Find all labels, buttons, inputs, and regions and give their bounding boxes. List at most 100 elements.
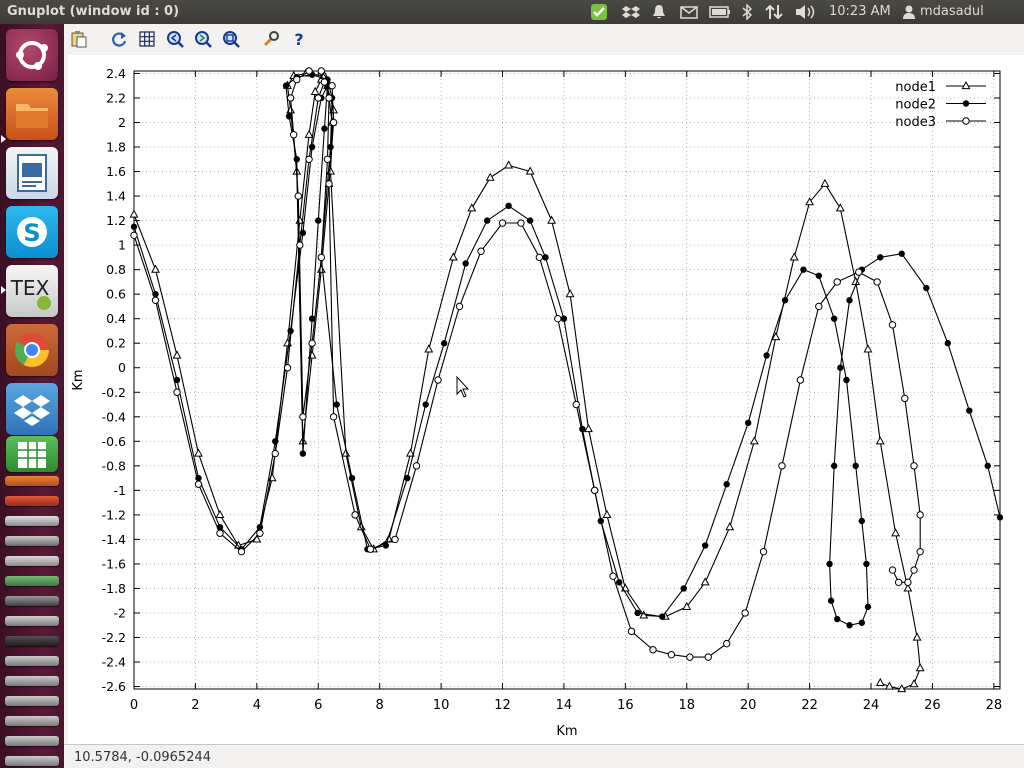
dropbox-tray-icon[interactable] — [620, 0, 642, 24]
texmaker-icon[interactable]: TEX — [6, 265, 58, 317]
clock[interactable]: 10:23 AM — [829, 4, 891, 19]
stacked-launcher-icon[interactable] — [5, 616, 59, 626]
data-point-node3 — [237, 547, 246, 556]
stacked-launcher-icon[interactable] — [5, 556, 59, 566]
data-point-node2 — [658, 613, 666, 620]
x-tick-label: 28 — [986, 698, 1003, 713]
unzoom-button[interactable] — [220, 28, 242, 50]
data-point-node3 — [916, 547, 924, 556]
bluetooth-icon[interactable] — [738, 0, 756, 24]
data-point-node2 — [843, 376, 850, 384]
data-point-node1 — [602, 509, 612, 518]
notification-bell-icon[interactable] — [648, 0, 670, 24]
y-tick-label: -2 — [114, 605, 126, 620]
data-point-node2 — [827, 597, 835, 604]
y-tick-label: 0.4 — [106, 311, 126, 326]
y-tick-label: -2.2 — [102, 630, 126, 645]
data-point-node1 — [194, 448, 203, 457]
data-point-node2 — [315, 217, 322, 224]
mail-icon[interactable] — [678, 0, 700, 24]
update-indicator-icon[interactable] — [588, 0, 610, 24]
data-point-node1 — [875, 436, 885, 445]
stacked-launcher-icon[interactable] — [5, 696, 59, 706]
legend-marker-node3 — [962, 117, 970, 125]
y-tick-label: 0.2 — [106, 336, 126, 351]
data-point-node2 — [256, 523, 264, 531]
user-icon[interactable] — [901, 0, 917, 24]
files-icon[interactable] — [6, 88, 58, 140]
x-tick-label: 6 — [314, 698, 322, 713]
help-icon: ? — [294, 30, 303, 48]
zoom-next-button[interactable] — [192, 28, 214, 50]
data-point-node2 — [830, 315, 838, 322]
stacked-launcher-icon[interactable] — [5, 536, 59, 546]
x-tick-label: 2 — [191, 698, 199, 713]
dropbox-icon[interactable] — [6, 383, 58, 435]
data-point-node3 — [535, 253, 544, 262]
battery-icon[interactable] — [708, 0, 732, 24]
data-point-node3 — [305, 155, 313, 163]
stacked-launcher-icon[interactable] — [5, 496, 59, 506]
stacked-launcher-icon[interactable] — [5, 636, 59, 646]
chromium-icon[interactable] — [6, 324, 58, 376]
data-point-node3 — [815, 302, 823, 311]
libreoffice-calc-icon[interactable] — [6, 436, 58, 472]
y-tick-label: -0.6 — [102, 434, 126, 449]
data-point-node2 — [966, 407, 973, 414]
stacked-launcher-icon[interactable] — [5, 656, 59, 666]
data-point-node3 — [130, 231, 138, 240]
skype-icon[interactable]: S — [6, 206, 58, 258]
data-point-node2 — [285, 113, 293, 120]
data-point-node2 — [130, 223, 138, 230]
plot-area[interactable]: 0 2 4 6 8 10 12 14 16 18 20 22 24 26 28 2.4 2.2 2 1.8 1.6 1.… — [68, 55, 1024, 744]
data-point-node2 — [863, 560, 870, 568]
data-point-node2 — [830, 462, 838, 470]
libreoffice-impress-icon[interactable] — [6, 147, 58, 199]
clipboard-icon — [71, 31, 87, 48]
volume-icon[interactable] — [794, 0, 818, 24]
data-point-node2 — [846, 297, 853, 304]
stacked-launcher-icon[interactable] — [5, 736, 59, 746]
preferences-button[interactable] — [260, 28, 282, 50]
mouse-cursor-icon — [456, 375, 470, 398]
ubuntu-dash-icon[interactable] — [6, 29, 58, 81]
replot-button[interactable] — [108, 28, 130, 50]
data-point-node2 — [321, 125, 328, 132]
stacked-launcher-icon[interactable] — [5, 756, 59, 766]
data-point-node1 — [820, 178, 830, 187]
stacked-launcher-icon[interactable] — [5, 576, 59, 586]
zoom-previous-button[interactable] — [164, 28, 186, 50]
copy-to-clipboard-button[interactable] — [68, 28, 90, 50]
gnuplot-chart[interactable]: 0 2 4 6 8 10 12 14 16 18 20 22 24 26 282.42.221.81.61.… — [68, 55, 1024, 744]
running-indicator-icon — [1, 286, 6, 294]
data-point-node2 — [858, 619, 866, 626]
data-point-node3 — [293, 75, 301, 84]
stacked-launcher-icon[interactable] — [5, 476, 59, 486]
y-tick-label: 1.2 — [106, 213, 126, 228]
stacked-launcher-icon[interactable] — [5, 516, 59, 526]
user-name[interactable]: mdasadul — [920, 4, 984, 19]
legend-label-node2: node2 — [895, 98, 936, 113]
refresh-icon — [112, 32, 127, 47]
data-point-node2 — [834, 615, 841, 623]
y-tick-label: -1.4 — [102, 532, 126, 547]
data-point-node3 — [256, 529, 264, 537]
legend-marker-node1 — [961, 80, 971, 90]
data-point-node3 — [888, 321, 897, 329]
data-point-node2 — [542, 254, 549, 261]
data-point-node2 — [348, 474, 356, 482]
stacked-launcher-icon[interactable] — [5, 676, 59, 686]
data-point-node1 — [467, 203, 477, 212]
data-point-node1 — [485, 172, 495, 181]
stacked-launcher-icon[interactable] — [5, 716, 59, 726]
help-button[interactable]: ? — [288, 28, 310, 50]
y-tick-label: 0.8 — [106, 262, 126, 277]
data-point-node3 — [320, 78, 329, 86]
toggle-grid-button[interactable] — [136, 28, 158, 50]
data-point-node2 — [815, 272, 823, 279]
network-icon[interactable] — [763, 0, 785, 24]
data-point-node2 — [526, 217, 534, 224]
data-point-node3 — [299, 413, 307, 421]
stacked-launcher-icon[interactable] — [5, 596, 59, 606]
data-point-node1 — [863, 344, 873, 353]
